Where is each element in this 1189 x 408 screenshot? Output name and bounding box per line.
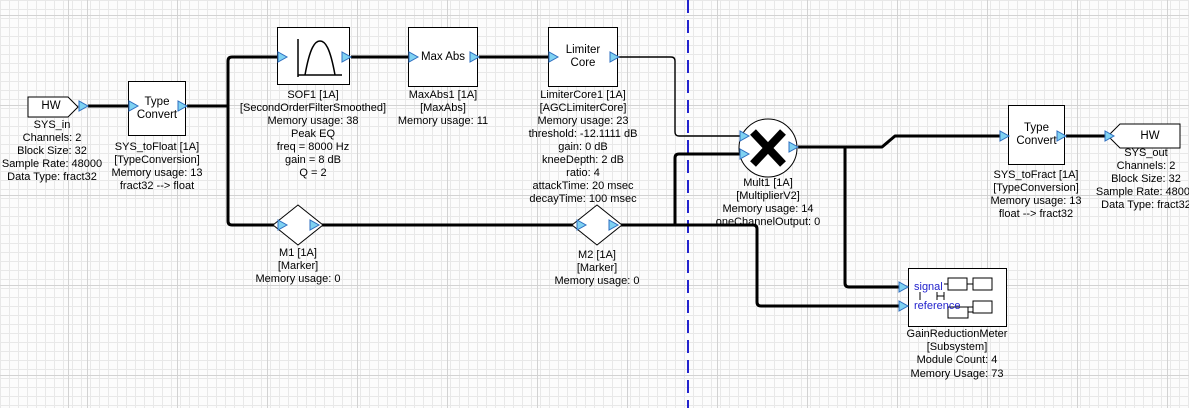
caption-sys-in: SYS_inChannels: 2Block Size: 32Sample Ra… [2, 119, 102, 184]
caption-line: Data Type: fract32 [2, 171, 102, 184]
caption-line: Q = 2 [240, 167, 386, 180]
caption-line: Sample Rate: 48000 [2, 158, 102, 171]
output-pin-typeconvert-left[interactable] [178, 101, 187, 111]
output-pin-sysin[interactable] [79, 101, 88, 111]
caption-line: Peak EQ [240, 128, 386, 141]
caption-line: fract32 --> float [111, 180, 202, 193]
caption-line: [MaxAbs] [398, 102, 488, 115]
caption-line: M2 [1A] [555, 249, 640, 262]
caption-line: ratio: 4 [529, 167, 638, 180]
caption-type-convert-left: SYS_toFloat [1A][TypeConversion]Memory u… [111, 141, 202, 193]
caption-line: SYS_toFract [1A] [990, 169, 1081, 182]
caption-line: float --> fract32 [990, 208, 1081, 221]
caption-gain-reduction-meter: GainReductionMeter[Subsystem]Module Coun… [907, 328, 1008, 367]
caption-m2: M2 [1A][Marker]Memory usage: 0 [555, 249, 640, 288]
caption-line: Block Size: 32 [2, 145, 102, 158]
caption-line: Channels: 2 [2, 132, 102, 145]
caption-line: Channels: 2 [1096, 160, 1189, 173]
caption-line: SYS_toFloat [1A] [111, 141, 202, 154]
hw-input-title: HW [41, 100, 60, 112]
input-pin-sof1[interactable] [278, 52, 287, 62]
wire-mult1-to-typeconvert[interactable] [798, 136, 1001, 147]
caption-line: [Marker] [555, 262, 640, 275]
caption-line: attackTime: 20 msec [529, 180, 638, 193]
caption-sys-out: SYS_outChannels: 2Block Size: 32Sample R… [1096, 147, 1189, 212]
schematic-canvas: Type Convert Max Abs Limiter Core Type C… [0, 0, 1189, 408]
caption-line: Memory usage: 13 [111, 167, 202, 180]
caption-m1: M1 [1A][Marker]Memory usage: 0 [256, 247, 341, 286]
caption-gain-reduction-meter-memory: Memory Usage: 73 [911, 368, 1004, 381]
input-pin-typeconvert-left[interactable] [129, 101, 138, 111]
caption-line: Module Count: 4 [907, 354, 1008, 367]
caption-line: freq = 8000 Hz [240, 141, 386, 154]
caption-line: GainReductionMeter [907, 328, 1008, 341]
input-pin-gainmeter-reference[interactable] [899, 301, 908, 311]
caption-line: Memory usage: 14 [716, 203, 821, 216]
port-label-signal: signal [914, 282, 943, 293]
caption-line: threshold: -12.1111 dB [529, 128, 638, 141]
caption-max-abs: MaxAbs1 [1A][MaxAbs]Memory usage: 11 [398, 89, 488, 128]
caption-sof1: SOF1 [1A][SecondOrderFilterSmoothed]Memo… [240, 89, 386, 180]
caption-line: [SecondOrderFilterSmoothed] [240, 102, 386, 115]
wire-mult1-to-signal[interactable] [845, 147, 900, 287]
caption-line: Memory usage: 0 [256, 273, 341, 286]
caption-line: kneeDepth: 2 dB [529, 154, 638, 167]
caption-line: [Marker] [256, 260, 341, 273]
caption-line: SYS_out [1096, 147, 1189, 160]
wire-m2-to-reference[interactable] [618, 225, 900, 306]
caption-line: [TypeConversion] [111, 154, 202, 167]
caption-line: Sample Rate: 48000 [1096, 186, 1189, 199]
caption-line: M1 [1A] [256, 247, 341, 260]
caption-line: Memory usage: 11 [398, 115, 488, 128]
caption-line: Block Size: 32 [1096, 173, 1189, 186]
input-pin-maxabs[interactable] [409, 52, 418, 62]
caption-line: [Subsystem] [907, 341, 1008, 354]
caption-line: Memory usage: 38 [240, 115, 386, 128]
caption-mult1: Mult1 [1A][MultiplierV2]Memory usage: 14… [716, 177, 821, 229]
caption-line: SYS_in [2, 119, 102, 132]
caption-line: [MultiplierV2] [716, 190, 821, 203]
input-pin-gainmeter-signal[interactable] [899, 282, 908, 292]
input-pin-typeconvert-right[interactable] [1000, 131, 1009, 141]
caption-limiter-core: LimiterCore1 [1A][AGCLimiterCore]Memory … [529, 89, 638, 206]
output-pin-sof1[interactable] [342, 52, 351, 62]
caption-line: gain: 0 dB [529, 141, 638, 154]
caption-line: Memory usage: 23 [529, 115, 638, 128]
caption-line: Mult1 [1A] [716, 177, 821, 190]
hw-output-title: HW [1140, 130, 1159, 142]
output-pin-maxabs[interactable] [470, 52, 479, 62]
output-pin-limitercore[interactable] [610, 52, 619, 62]
caption-line: decayTime: 100 msec [529, 193, 638, 206]
caption-line: [TypeConversion] [990, 182, 1081, 195]
caption-line: MaxAbs1 [1A] [398, 89, 488, 102]
caption-line: gain = 8 dB [240, 154, 386, 167]
caption-line: Data Type: fract32 [1096, 199, 1189, 212]
caption-type-convert-right: SYS_toFract [1A][TypeConversion]Memory u… [990, 169, 1081, 221]
caption-line: SOF1 [1A] [240, 89, 386, 102]
caption-line: [AGCLimiterCore] [529, 102, 638, 115]
caption-line: LimiterCore1 [1A] [529, 89, 638, 102]
input-pin-limitercore[interactable] [549, 52, 558, 62]
caption-line: Memory usage: 0 [555, 275, 640, 288]
caption-line: oneChannelOutput: 0 [716, 216, 821, 229]
output-pin-typeconvert-right[interactable] [1057, 131, 1066, 141]
port-label-reference: reference [914, 301, 960, 312]
caption-line: Memory usage: 13 [990, 195, 1081, 208]
